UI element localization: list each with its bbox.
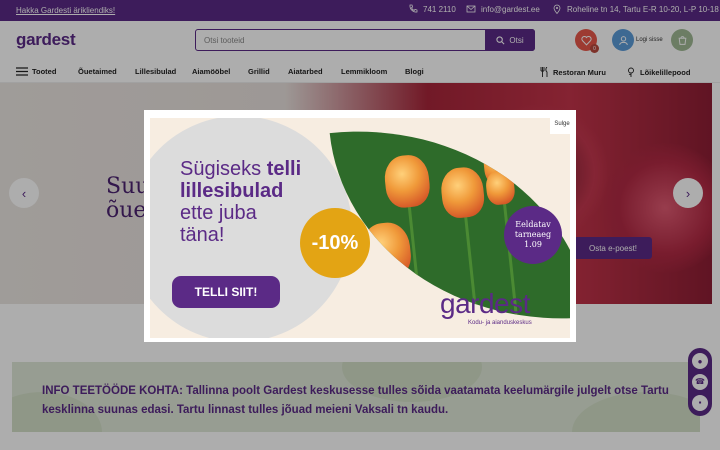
tulip-flower (382, 153, 432, 210)
badge-date: 1.09 (524, 240, 542, 249)
delivery-badge: Eeldatav tarneaeg 1.09 (504, 206, 562, 264)
promo-brand-tagline: Kodu- ja aianduskeskus (468, 320, 532, 326)
promo-banner[interactable]: Sügiseks telli lillesibulad ette juba tä… (150, 118, 570, 338)
tulip-stem (407, 205, 426, 338)
promo-modal: Sügiseks telli lillesibulad ette juba tä… (144, 110, 576, 342)
promo-headline: Sügiseks telli lillesibulad ette juba tä… (180, 158, 301, 246)
badge-line: Eeldatav (515, 220, 551, 229)
order-now-button[interactable]: TELLI SIIT! (172, 276, 280, 308)
headline-text: täna! (180, 224, 225, 246)
close-button[interactable]: Sulge (550, 114, 574, 134)
tulip-flower (439, 165, 487, 220)
headline-text: ette juba (180, 202, 257, 224)
promo-brand-logo: gardest (440, 288, 530, 319)
discount-badge: -10% (300, 208, 370, 278)
headline-bold: telli (266, 158, 302, 180)
headline-bold: lillesibulad (180, 180, 284, 202)
headline-text: Sügiseks (180, 158, 267, 180)
badge-line: tarneaeg (514, 230, 552, 239)
